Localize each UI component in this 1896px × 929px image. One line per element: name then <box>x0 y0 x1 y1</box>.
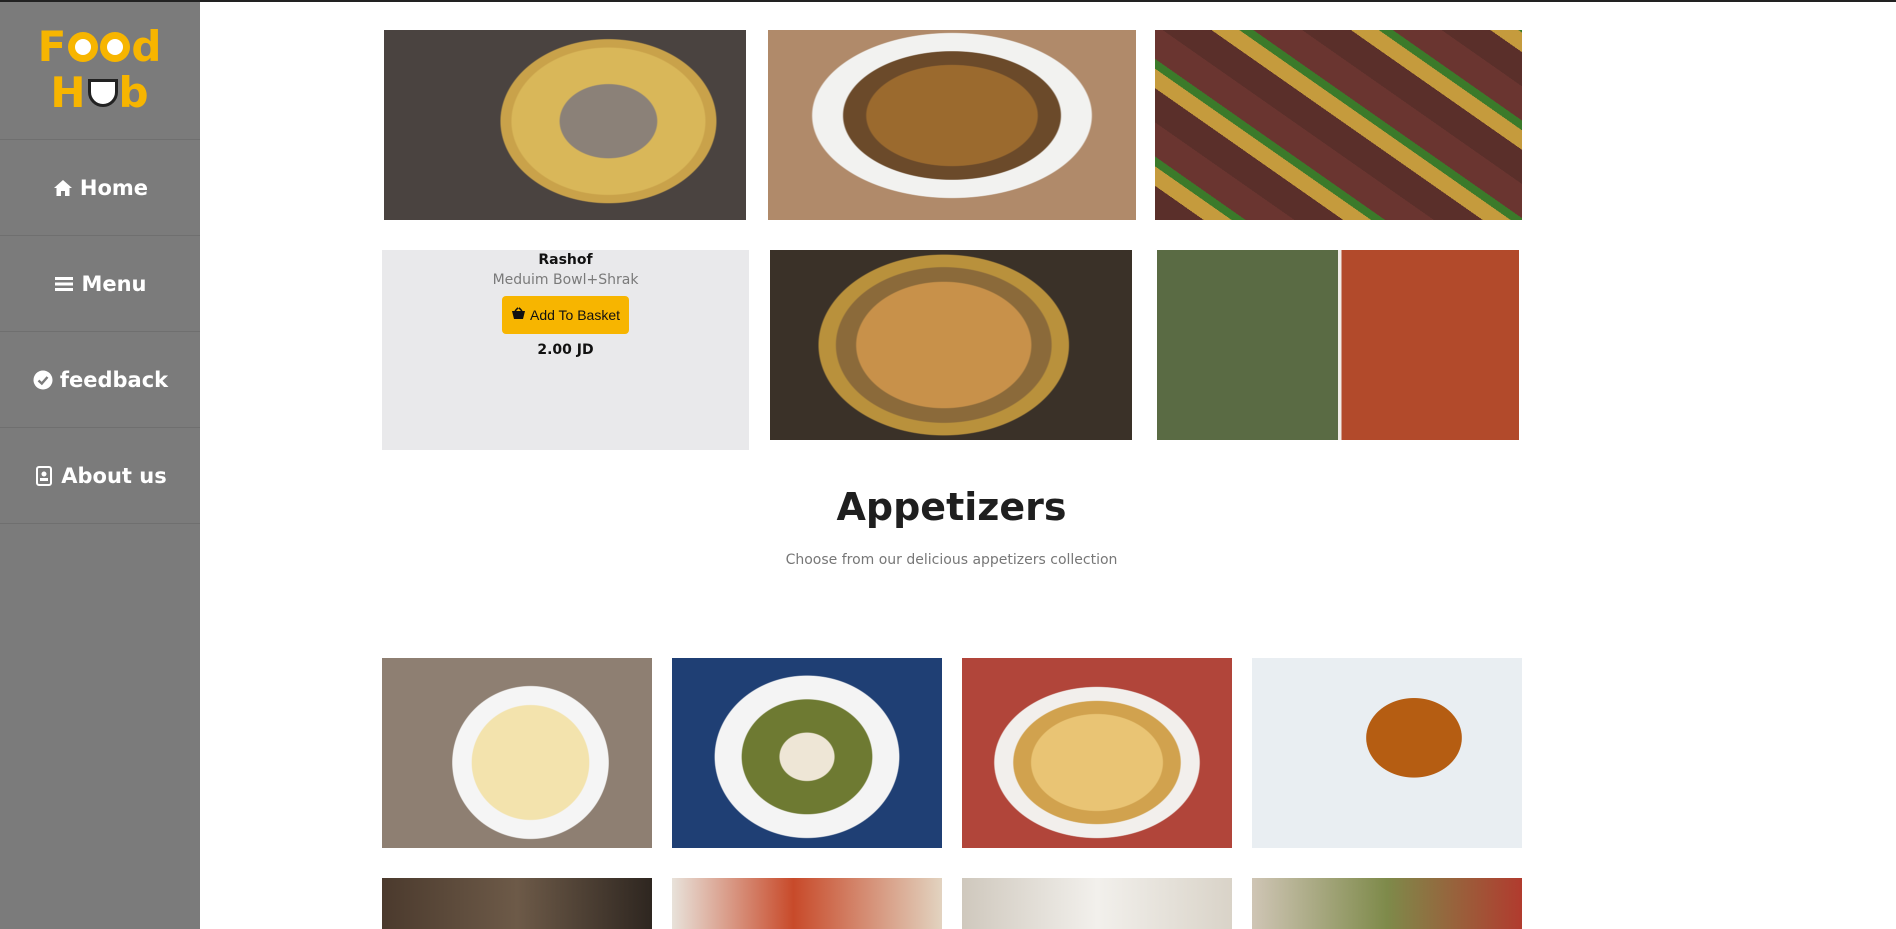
nav-home-label: Home <box>79 175 149 200</box>
appetizer-image-pancakes[interactable] <box>962 658 1232 848</box>
nav-menu[interactable]: Menu <box>0 236 200 332</box>
noodle-bowl-icon <box>87 78 118 107</box>
add-to-basket-button[interactable]: Add To Basket <box>501 296 630 334</box>
nav-about-label: About us <box>61 463 167 488</box>
logo-line-2: Hb <box>50 67 150 117</box>
check-circle-icon <box>32 369 54 391</box>
food-image-mansaf[interactable] <box>384 30 746 220</box>
add-to-basket-label: Add To Basket <box>529 307 621 323</box>
nav-home[interactable]: Home <box>0 140 200 236</box>
food-image-salad[interactable] <box>1157 250 1519 440</box>
nav-about[interactable]: About us <box>0 428 200 524</box>
section-subtitle: Choose from our delicious appetizers col… <box>785 552 1118 568</box>
product-subtitle: Meduim Bowl+Shrak <box>492 272 639 288</box>
nav-feedback-label: feedback <box>59 367 169 392</box>
appetizer-image-dip[interactable] <box>672 878 942 929</box>
id-card-icon <box>33 465 55 487</box>
appetizer-image-tea[interactable] <box>1252 658 1522 848</box>
appetizer-image-hummus[interactable] <box>382 658 652 848</box>
food-image-maqluba[interactable] <box>768 30 1136 220</box>
nav-menu-label: Menu <box>81 271 147 296</box>
section-title: Appetizers <box>836 485 1067 529</box>
logo-line-1: Fd <box>37 21 163 71</box>
basket-icon <box>511 307 526 323</box>
product-price: 2.00 JD <box>537 342 594 358</box>
nav-feedback[interactable]: feedback <box>0 332 200 428</box>
appetizer-image-falafel[interactable] <box>672 658 942 848</box>
brand-logo[interactable]: Fd Hb <box>0 0 200 140</box>
home-icon <box>52 177 74 199</box>
top-border <box>0 0 1896 2</box>
food-image-pie[interactable] <box>770 250 1132 440</box>
sidebar: Fd Hb Home Menu feedback About us <box>0 0 200 929</box>
bars-icon <box>53 273 75 295</box>
product-card: Rashof Meduim Bowl+Shrak Add To Basket 2… <box>382 250 749 450</box>
product-title: Rashof <box>538 252 593 268</box>
appetizer-image-labneh[interactable] <box>962 878 1232 929</box>
appetizer-image-coffee[interactable] <box>382 878 652 929</box>
food-image-kabsa[interactable] <box>1155 30 1522 220</box>
appetizer-image-pickles[interactable] <box>1252 878 1522 929</box>
